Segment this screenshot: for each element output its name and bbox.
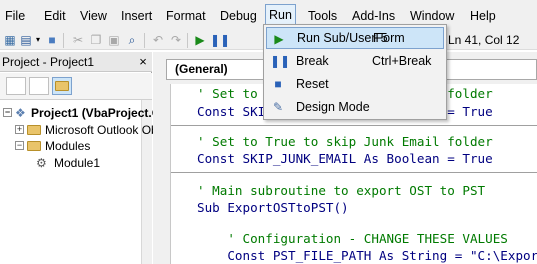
menu-insert[interactable]: Insert [121, 7, 152, 25]
menu-item-design-mode[interactable]: ✎ Design Mode [266, 96, 444, 118]
expand-icon[interactable]: + [15, 125, 24, 134]
paste-icon[interactable]: ▣ [106, 32, 122, 48]
module-icon: ⚙ [36, 156, 47, 170]
redo-icon[interactable]: ↷ [168, 32, 184, 48]
code-line: Const PST_FILE_PATH As String = "C:\Expo… [197, 248, 537, 263]
view-object-button[interactable] [29, 77, 49, 95]
menu-item-shortcut: F5 [373, 31, 388, 45]
menu-debug[interactable]: Debug [220, 7, 257, 25]
code-line: Const SKIP_JUNK_EMAIL As Boolean = True [197, 151, 493, 166]
code-line: ' Configuration - CHANGE THESE VALUES [197, 231, 508, 246]
code-line: Sub ExportOSTtoPST() [197, 200, 349, 215]
toolbar-separator [187, 33, 188, 48]
menu-file[interactable]: File [5, 7, 25, 25]
menu-item-label: Design Mode [296, 100, 370, 114]
menu-help[interactable]: Help [470, 7, 496, 25]
toolbar-separator [63, 33, 64, 48]
menu-edit[interactable]: Edit [44, 7, 66, 25]
menu-item-reset[interactable]: ■ Reset [266, 73, 444, 95]
design-mode-icon: ✎ [272, 100, 284, 114]
close-icon[interactable]: × [136, 52, 150, 72]
stop-icon: ■ [274, 77, 282, 91]
find-icon[interactable]: ⌕ [124, 32, 140, 48]
collapse-icon[interactable]: − [3, 108, 12, 117]
undo-icon[interactable]: ↶ [150, 32, 166, 48]
break-icon[interactable]: ❚❚ [210, 32, 230, 48]
tree-item-label: Module1 [54, 156, 101, 170]
save-icon[interactable]: ■ [44, 32, 60, 48]
menu-item-label: Break [296, 54, 329, 68]
run-icon[interactable]: ▶ [192, 32, 208, 48]
cut-icon[interactable]: ✂ [70, 32, 86, 48]
menu-item-shortcut: Ctrl+Break [372, 54, 432, 68]
menu-item-label: Reset [296, 77, 329, 91]
view-host-app-icon[interactable]: ▦ [2, 32, 18, 48]
project-explorer: Project - Project1 × − ❖ Project1 (VbaPr… [0, 52, 182, 264]
tree-item-label: Modules [45, 139, 91, 153]
copy-icon[interactable]: ❐ [88, 32, 104, 48]
menu-window[interactable]: Window [410, 7, 454, 25]
toolbar-separator [144, 33, 145, 48]
procedure-separator [171, 125, 537, 126]
menu-item-run-sub-userform[interactable]: ▶ Run Sub/UserForm F5 [266, 27, 444, 49]
menu-run[interactable]: Run [265, 4, 296, 26]
project-explorer-toolbar [0, 73, 152, 100]
procedure-separator [171, 172, 537, 173]
toggle-folders-button[interactable] [52, 77, 72, 95]
menu-tools[interactable]: Tools [308, 7, 337, 25]
pause-icon: ❚❚ [270, 54, 291, 68]
view-code-button[interactable] [6, 77, 26, 95]
collapse-icon[interactable]: − [15, 141, 24, 150]
menu-item-label: Run Sub/UserForm [297, 31, 405, 45]
menu-format[interactable]: Format [166, 7, 206, 25]
vba-project-icon: ❖ [15, 106, 26, 120]
code-line: ' Main subroutine to export OST to PST [197, 183, 486, 198]
folder-icon [55, 81, 69, 91]
run-icon: ▶ [274, 32, 284, 46]
folder-icon [27, 141, 41, 151]
run-menu-dropdown: ▶ Run Sub/UserForm F5 ❚❚ Break Ctrl+Brea… [263, 24, 447, 120]
folder-icon [27, 125, 41, 135]
code-line: ' Set to True to skip Junk Email folder [197, 134, 493, 149]
cursor-position-status: Ln 41, Col 12 [448, 33, 520, 47]
project-explorer-title: Project - Project1 [0, 52, 152, 72]
menu-item-break[interactable]: ❚❚ Break Ctrl+Break [266, 50, 444, 72]
menu-view[interactable]: View [80, 7, 107, 25]
menu-add-ins[interactable]: Add-Ins [352, 7, 395, 25]
